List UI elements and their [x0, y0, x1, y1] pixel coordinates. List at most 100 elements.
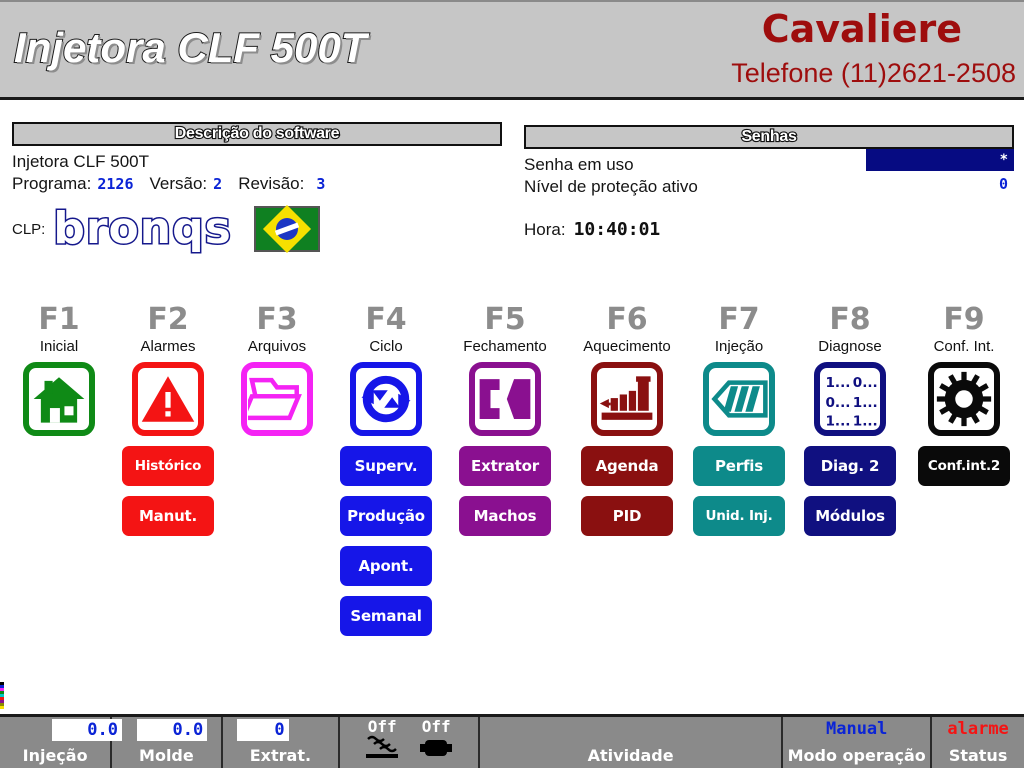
- revision-value: 3: [316, 175, 326, 193]
- password-input[interactable]: *: [866, 149, 1014, 171]
- extractor-caption: Extrat.: [249, 746, 312, 765]
- function-key-column-f2: F2 Alarmes Histórico Manut.: [113, 305, 223, 536]
- subbutton-agenda[interactable]: Agenda: [581, 446, 673, 486]
- motor-icon: [420, 740, 453, 756]
- page-title: Injetora CLF 500T: [13, 23, 367, 72]
- protection-level-value: 0: [998, 175, 1008, 193]
- motor-state: Off: [421, 717, 451, 736]
- status-activity: Atividade: [480, 717, 784, 768]
- function-key-sublabel-f7: Injeção: [714, 338, 764, 355]
- subbutton-hist-rico[interactable]: Histórico: [122, 446, 214, 486]
- function-key-column-f4: F4 Ciclo Superv. Produção Apont. Semanal: [331, 305, 441, 636]
- svg-text:0...: 0...: [825, 395, 850, 411]
- subbutton-produ-o[interactable]: Produção: [340, 496, 432, 536]
- function-key-sublabel-f3: Arquivos: [247, 338, 307, 355]
- function-key-sublabel-f8: Diagnose: [818, 338, 882, 355]
- function-key-column-f6: F6 Aquecimento Agenda PID: [562, 305, 692, 536]
- protection-level-label: Nível de proteção ativo: [524, 177, 698, 196]
- version-value: 2: [213, 175, 223, 193]
- operation-mode-value: Manual: [825, 719, 888, 739]
- version-label: Versão:: [149, 174, 208, 193]
- function-key-label-f4: F4: [365, 302, 407, 337]
- svg-text:1...: 1...: [853, 395, 878, 411]
- cycle-arrows-icon[interactable]: [350, 362, 422, 436]
- brazil-flag-icon: [253, 204, 320, 254]
- warning-triangle-icon[interactable]: [132, 362, 204, 436]
- plc-brand-logo: bronqs: [52, 203, 232, 254]
- function-key-label-f7: F7: [718, 302, 760, 337]
- title-header: Injetora CLF 500T Cavaliere Telefone (11…: [0, 0, 1024, 100]
- function-key-label-f2: F2: [147, 302, 189, 337]
- svg-text:0...: 0...: [853, 375, 878, 391]
- open-folder-icon[interactable]: [241, 362, 313, 436]
- function-key-sublabel-f6: Aquecimento: [583, 338, 671, 355]
- function-key-sublabel-f2: Alarmes: [140, 338, 196, 355]
- subbutton-extrator[interactable]: Extrator: [459, 446, 551, 486]
- function-key-column-f1: F1 Inicial: [4, 305, 114, 436]
- function-key-column-f3: F3 Arquivos: [222, 305, 332, 436]
- status-alarm[interactable]: alarme Status: [932, 717, 1024, 768]
- heater-output: Off: [362, 718, 402, 761]
- subbutton-m-dulos[interactable]: Módulos: [804, 496, 896, 536]
- software-panel-title: Descrição do software: [12, 122, 502, 146]
- company-name: Cavaliere: [761, 7, 962, 51]
- passwords-panel-title: Senhas: [524, 125, 1014, 149]
- function-key-column-f7: F7 Injeção Perfis Unid. Inj.: [684, 305, 794, 536]
- function-key-label-f3: F3: [256, 302, 298, 337]
- revision-label: Revisão:: [238, 174, 305, 193]
- activity-caption: Atividade: [587, 746, 674, 765]
- subbutton-perfis[interactable]: Perfis: [693, 446, 785, 486]
- status-mold: 0.0 Molde: [112, 717, 223, 768]
- function-key-column-f8: F8 Diagnose 1... 0... 0... 1... 1... 1... Diag. …: [795, 305, 905, 536]
- status-outputs: Off Off: [340, 717, 481, 768]
- subbutton-conf-int-2[interactable]: Conf.int.2: [918, 446, 1010, 486]
- software-description-panel: Descrição do software Injetora CLF 500T …: [12, 122, 502, 254]
- plc-label: CLP:: [12, 220, 46, 238]
- status-operation-mode[interactable]: Manual Modo operação: [783, 717, 933, 768]
- function-key-column-f5: F5 Fechamento Extrator Machos: [440, 305, 570, 536]
- motor-output: Off: [416, 718, 456, 761]
- function-key-label-f6: F6: [606, 302, 648, 337]
- function-key-label-f1: F1: [38, 302, 80, 337]
- function-key-label-f9: F9: [943, 302, 985, 337]
- status-value: alarme: [947, 719, 1009, 739]
- status-extractor: 0 Extrat.: [223, 717, 341, 768]
- subbutton-superv[interactable]: Superv.: [340, 446, 432, 486]
- screw-auger-icon[interactable]: [703, 362, 775, 436]
- heater-barrel-icon[interactable]: [591, 362, 663, 436]
- function-key-label-f5: F5: [484, 302, 526, 337]
- extractor-value: 0: [236, 719, 289, 741]
- mold-value: 0.0: [137, 719, 208, 741]
- time-label: Hora:: [524, 220, 566, 239]
- function-key-sublabel-f9: Conf. Int.: [933, 338, 995, 355]
- function-key-column-f9: F9 Conf. Int. Conf.int.2: [908, 305, 1020, 486]
- svg-text:1...: 1...: [825, 375, 850, 391]
- subbutton-machos[interactable]: Machos: [459, 496, 551, 536]
- subbutton-diag-2[interactable]: Diag. 2: [804, 446, 896, 486]
- status-injection: 0.0 Injeção: [0, 717, 122, 768]
- function-key-sublabel-f5: Fechamento: [463, 338, 547, 355]
- company-phone: Telefone (11)2621-2508: [731, 58, 1016, 88]
- injection-caption: Injeção: [22, 746, 88, 765]
- operation-mode-caption: Modo operação: [787, 746, 926, 765]
- palette-artifact: [0, 682, 4, 712]
- subbutton-unid-inj[interactable]: Unid. Inj.: [693, 496, 785, 536]
- function-key-sublabel-f1: Inicial: [39, 338, 79, 355]
- hmi-screen: Injetora CLF 500T Cavaliere Telefone (11…: [0, 0, 1024, 768]
- mold-caption: Molde: [139, 746, 194, 765]
- function-key-sublabel-f4: Ciclo: [369, 338, 403, 355]
- status-caption: Status: [948, 746, 1008, 765]
- gear-icon[interactable]: [928, 362, 1000, 436]
- home-icon[interactable]: [23, 362, 95, 436]
- svg-text:1...: 1...: [853, 413, 878, 429]
- status-bar: 0.0 Injeção 0.0 Molde 0 Extrat. Off Off …: [0, 714, 1024, 768]
- subbutton-manut[interactable]: Manut.: [122, 496, 214, 536]
- bit-table-icon[interactable]: 1... 0... 0... 1... 1... 1...: [814, 362, 886, 436]
- software-machine-name: Injetora CLF 500T: [12, 152, 150, 171]
- heater-state: Off: [367, 717, 397, 736]
- subbutton-pid[interactable]: PID: [581, 496, 673, 536]
- subbutton-semanal[interactable]: Semanal: [340, 596, 432, 636]
- subbutton-apont[interactable]: Apont.: [340, 546, 432, 586]
- passwords-panel: Senhas Senha em uso Nível de proteção at…: [524, 125, 1014, 259]
- mold-clamp-icon[interactable]: [469, 362, 541, 436]
